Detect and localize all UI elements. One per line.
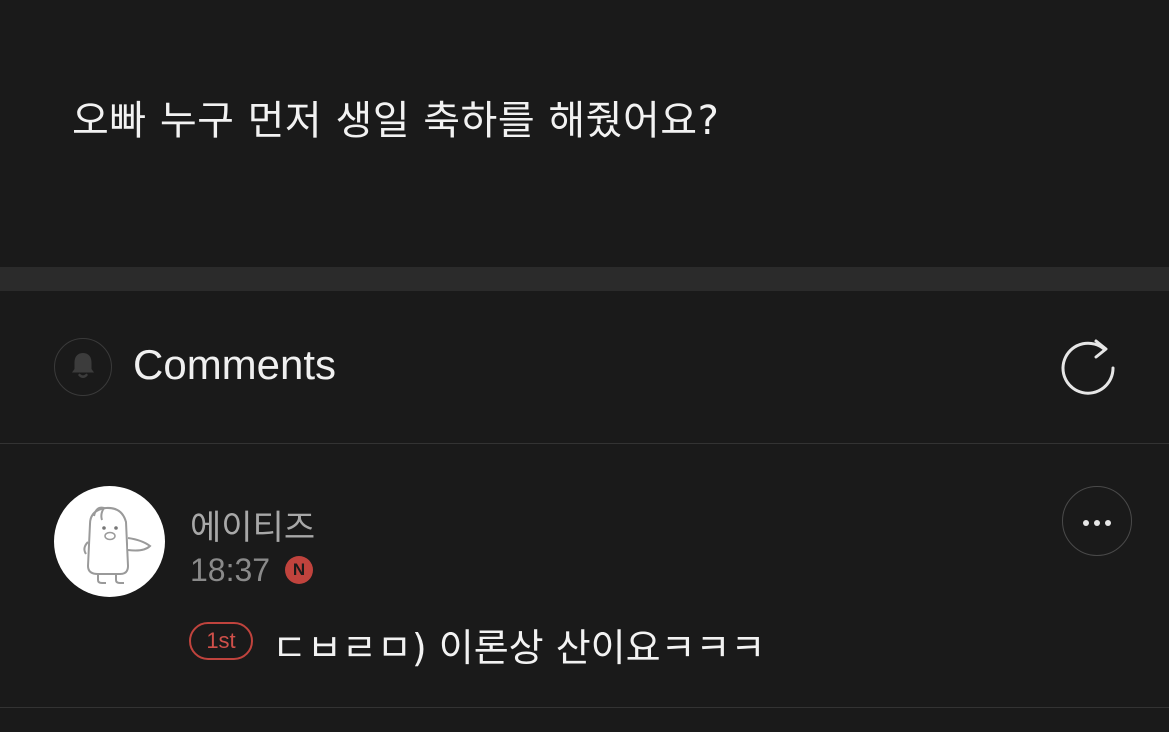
post-text: 오빠 누구 먼저 생일 축하를 해줬어요? [72,98,720,144]
bell-icon [66,348,100,386]
refresh-button[interactable] [1056,335,1120,399]
notification-bell-button[interactable] [54,338,112,396]
post-body: 오빠 누구 먼저 생일 축하를 해줬어요? [0,0,1169,267]
comments-title: Comments [133,341,337,388]
refresh-icon [1056,339,1120,403]
avatar[interactable] [54,486,165,597]
more-options-button[interactable] [1062,486,1132,556]
more-icon [1082,512,1112,531]
comment-item: 에이티즈 18:37 N 1st ㄷㅂㄹㅁ) 이론상 산이요ㅋㅋㅋ [0,444,1169,708]
comments-header: Comments [0,291,1169,444]
comment-text: ㄷㅂㄹㅁ) 이론상 산이요ㅋㅋㅋ [272,626,766,670]
comment-author[interactable]: 에이티즈 [190,500,315,549]
new-badge: N [285,556,313,584]
section-divider [0,267,1169,291]
comment-time: 18:37 [190,552,271,588]
rank-badge: 1st [189,622,253,660]
